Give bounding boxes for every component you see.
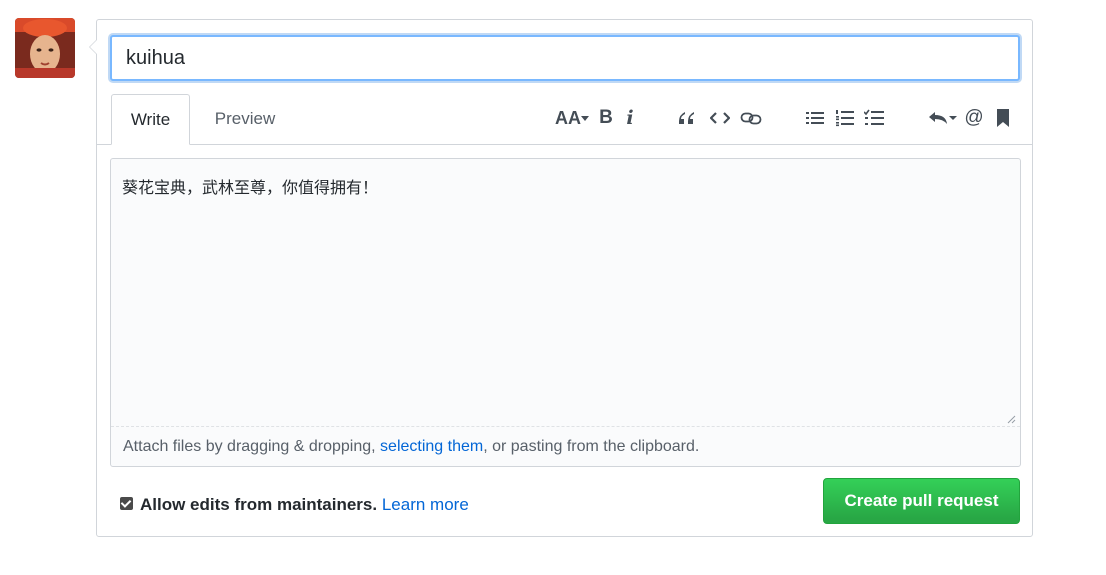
resize-handle-icon[interactable] <box>1006 411 1016 424</box>
create-pull-request-button[interactable]: Create pull request <box>823 478 1020 524</box>
attach-prefix: Attach files by dragging & dropping, <box>123 438 381 455</box>
italic-button[interactable]: i <box>623 105 637 131</box>
bold-label: B <box>599 107 613 128</box>
link-button[interactable] <box>738 105 764 131</box>
allow-edits-checkbox[interactable] <box>120 497 133 511</box>
unordered-list-button[interactable] <box>804 105 826 131</box>
caret-down-icon <box>581 116 589 122</box>
mention-label: @ <box>964 107 984 128</box>
bookmark-icon <box>997 108 1009 127</box>
saved-reply-button[interactable] <box>995 105 1011 131</box>
allow-edits-label[interactable]: Allow edits from maintainers. <box>140 495 377 514</box>
learn-more-link[interactable]: Learn more <box>382 495 469 514</box>
editor-tabbar: Write Preview AA B i @ <box>97 94 1032 145</box>
tab-write[interactable]: Write <box>111 94 190 145</box>
tab-preview[interactable]: Preview <box>200 94 290 144</box>
reply-icon <box>929 111 957 124</box>
header-button[interactable]: AA <box>553 105 591 131</box>
title-input[interactable] <box>110 35 1020 81</box>
unordered-list-icon <box>806 111 824 124</box>
comment-editor: 葵花宝典，武林至尊，你值得拥有！ Attach files by draggin… <box>110 158 1021 467</box>
italic-label: i <box>626 107 634 129</box>
attach-files-bar[interactable]: Attach files by dragging & dropping, sel… <box>111 426 1020 466</box>
selecting-them-link[interactable]: selecting them <box>380 438 483 455</box>
code-icon <box>709 112 731 124</box>
code-button[interactable] <box>708 105 732 131</box>
pull-request-form: Write Preview AA B i <box>89 19 1033 537</box>
mention-button[interactable]: @ <box>963 105 985 131</box>
attach-suffix: , or pasting from the clipboard. <box>483 438 700 455</box>
quote-button[interactable] <box>675 105 699 131</box>
ordered-list-button[interactable] <box>834 105 856 131</box>
allow-edits-row: Allow edits from maintainers. Learn more <box>120 494 469 516</box>
ordered-list-icon <box>836 109 854 127</box>
header-label: AA <box>555 108 581 128</box>
reply-button[interactable] <box>926 105 958 131</box>
bold-button[interactable]: B <box>597 105 615 131</box>
quote-icon <box>679 111 694 124</box>
task-list-icon <box>863 109 884 125</box>
comment-textarea[interactable]: 葵花宝典，武林至尊，你值得拥有！ <box>111 159 1020 426</box>
task-list-button[interactable] <box>862 105 886 131</box>
avatar[interactable] <box>15 18 75 78</box>
link-icon <box>740 112 762 125</box>
